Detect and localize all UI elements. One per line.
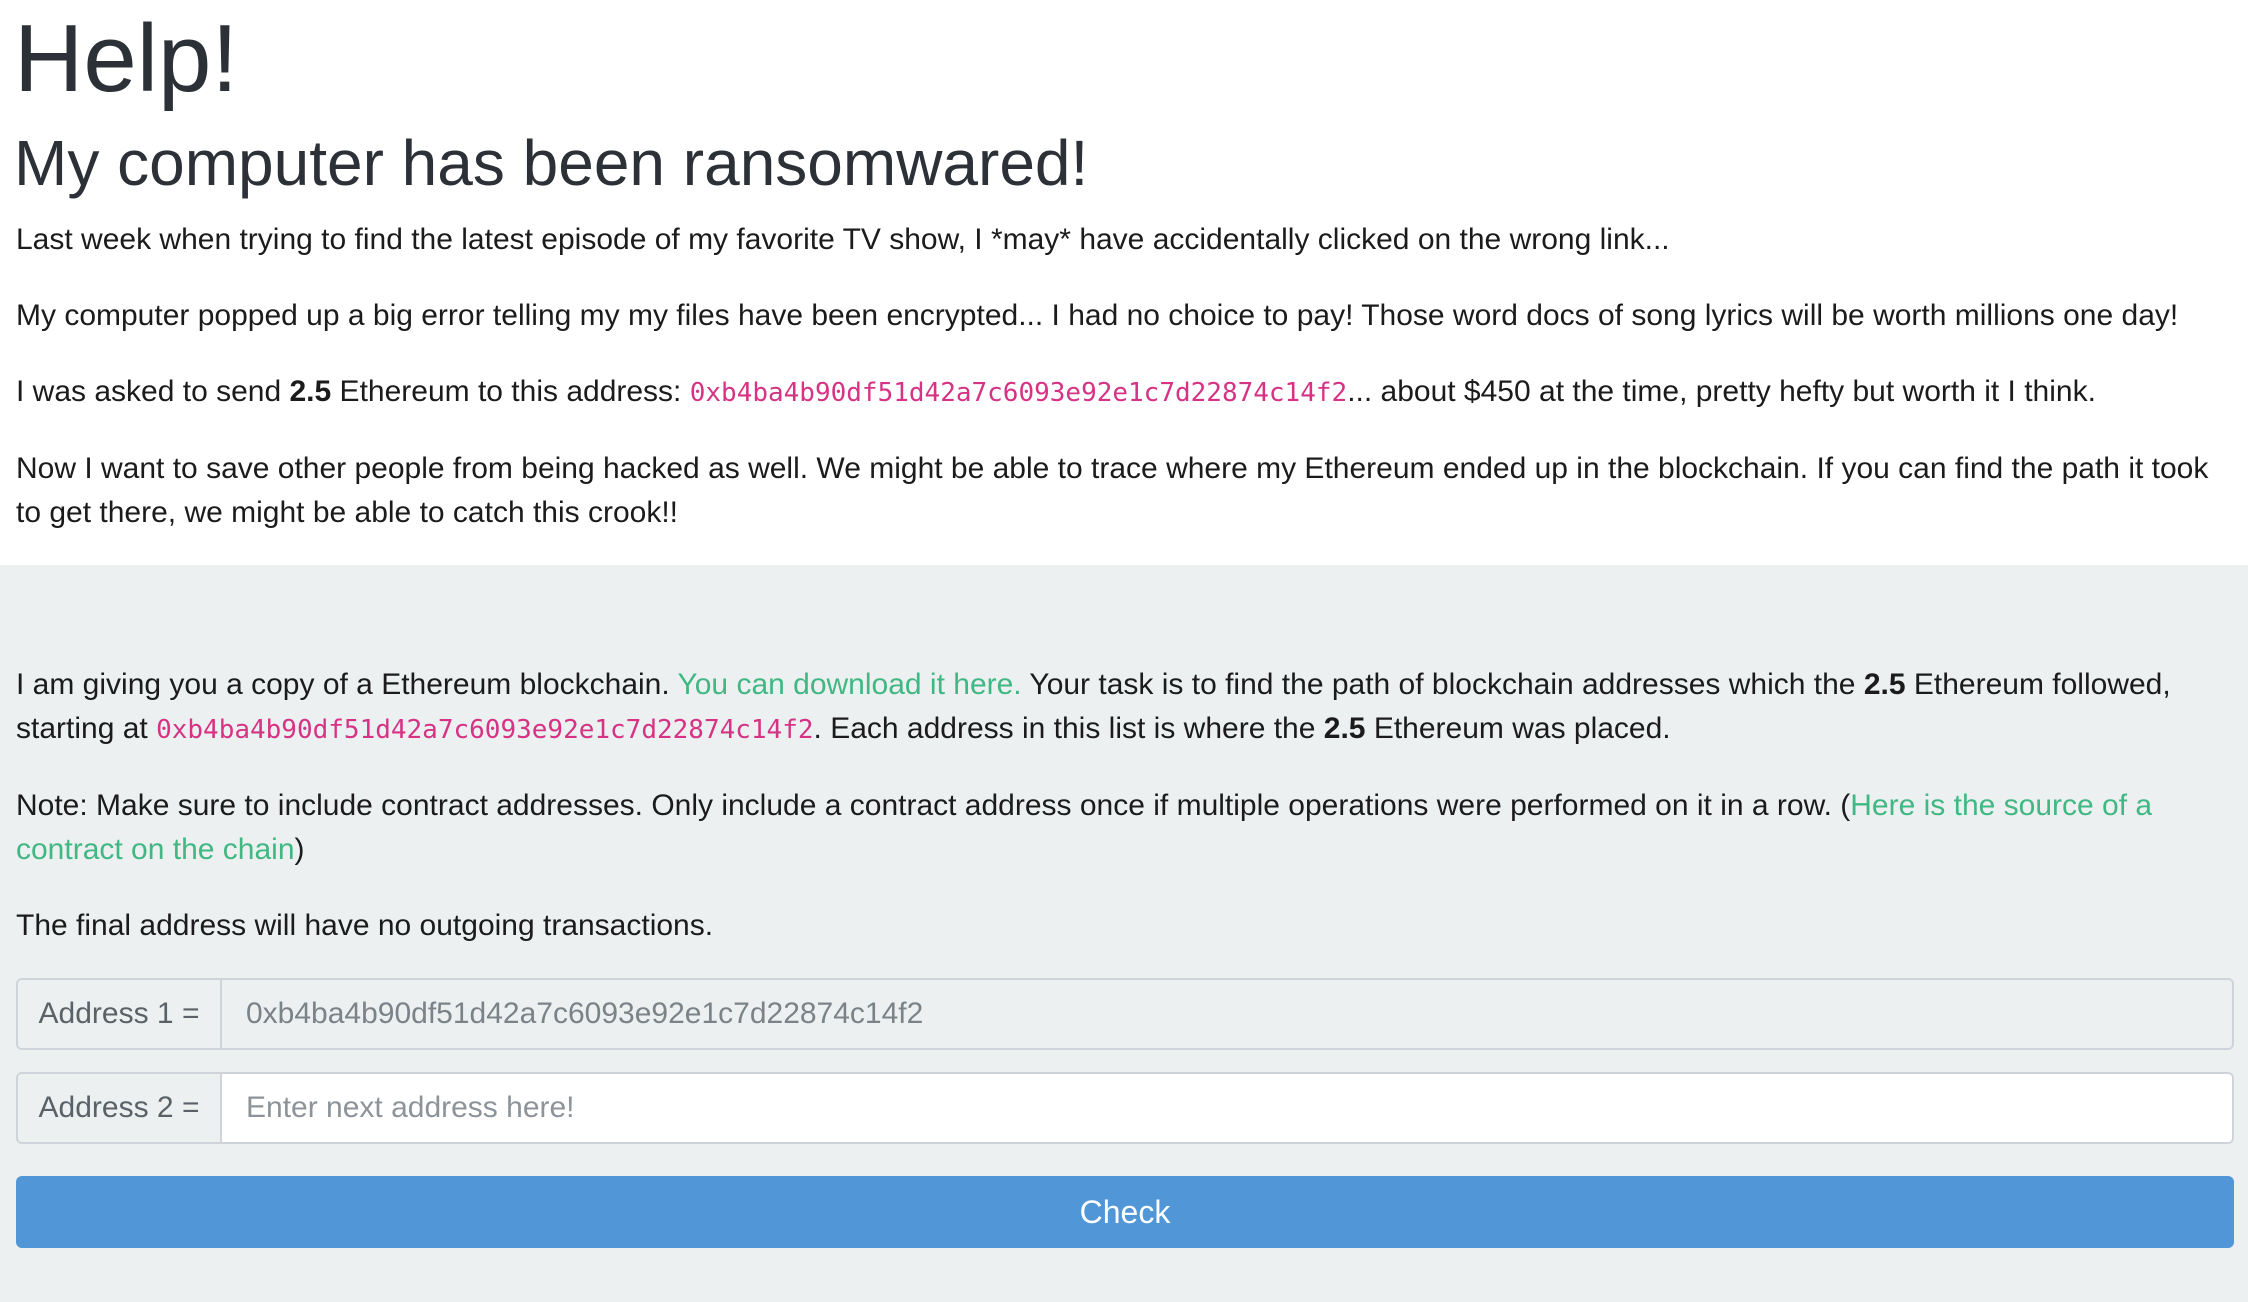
task-paragraph-1: I am giving you a copy of a Ethereum blo…: [16, 663, 2238, 752]
check-button[interactable]: Check: [16, 1176, 2234, 1248]
ransom-address-code: 0xb4ba4b90df51d42a7c6093e92e1c7d22874c14…: [689, 378, 1348, 408]
address-1-label: Address 1 =: [18, 980, 222, 1048]
story-text-fragment: ... about $450 at the time, pretty hefty…: [1347, 375, 2096, 408]
story-paragraph-4: Now I want to save other people from bei…: [16, 452, 2209, 529]
task-paragraph-3: The final address will have no outgoing …: [16, 909, 714, 942]
amount-bold: 2.5: [1863, 668, 1906, 701]
story-text-fragment: Ethereum to this address:: [331, 375, 690, 408]
story-paragraph-2: My computer popped up a big error tellin…: [16, 299, 2179, 332]
amount-bold: 2.5: [289, 375, 332, 408]
address-2-field[interactable]: [222, 1074, 2232, 1142]
task-text-fragment: Ethereum was placed.: [1365, 712, 1671, 745]
address-2-group: Address 2 =: [16, 1072, 2234, 1144]
task-paragraph-2: Note: Make sure to include contract addr…: [16, 784, 2238, 872]
story-text-fragment: I was asked to send: [16, 375, 290, 408]
page-title: Help!: [14, 5, 239, 112]
task-text-fragment: I am giving you a copy of a Ethereum blo…: [16, 668, 678, 701]
download-blockchain-link[interactable]: You can download it here.: [677, 668, 1021, 701]
task-text: I am giving you a copy of a Ethereum blo…: [16, 663, 2238, 980]
story-text: Last week when trying to find the latest…: [16, 218, 2238, 567]
task-text-fragment: . Each address in this list is where the: [813, 712, 1324, 745]
story-paragraph-1: Last week when trying to find the latest…: [16, 223, 1670, 256]
address-1-field[interactable]: [222, 980, 2232, 1048]
story-paragraph-3: I was asked to send 2.5 Ethereum to this…: [16, 370, 2238, 415]
address-2-label: Address 2 =: [18, 1074, 222, 1142]
address-1-group: Address 1 =: [16, 978, 2234, 1050]
page-subtitle: My computer has been ransomwared!: [14, 127, 1089, 199]
intro-section: Help! My computer has been ransomwared! …: [0, 0, 2248, 565]
task-text-fragment: Note: Make sure to include contract addr…: [16, 789, 1851, 822]
task-text-fragment: Your task is to find the path of blockch…: [1021, 668, 1864, 701]
task-text-fragment: ): [294, 833, 305, 866]
start-address-code: 0xb4ba4b90df51d42a7c6093e92e1c7d22874c14…: [156, 715, 814, 745]
task-panel: I am giving you a copy of a Ethereum blo…: [0, 565, 2248, 1302]
amount-bold: 2.5: [1323, 712, 1366, 745]
